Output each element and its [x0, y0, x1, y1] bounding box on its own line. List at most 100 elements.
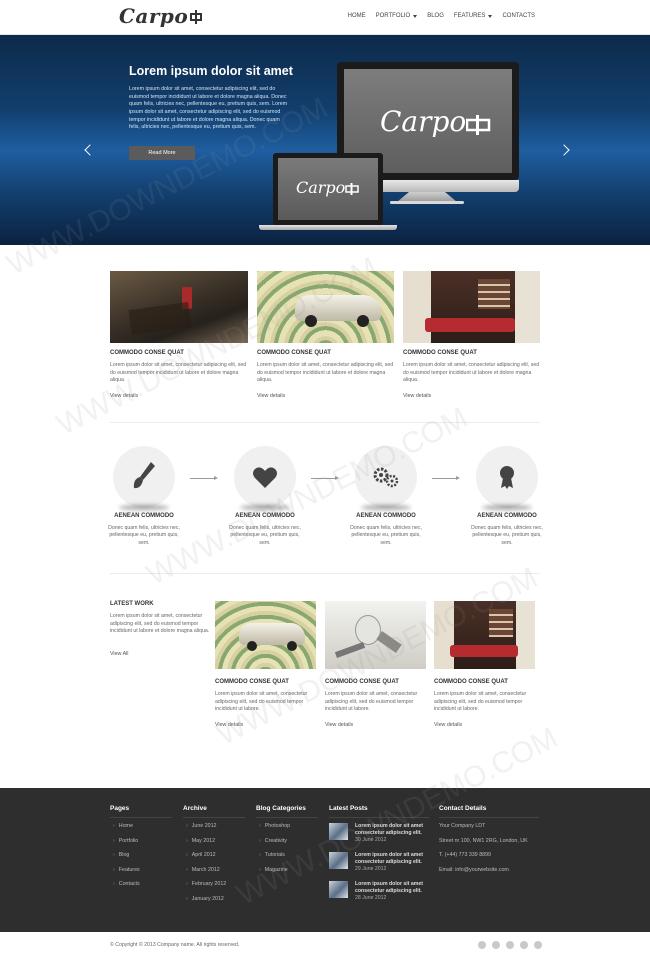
work-image-bulb[interactable] — [325, 601, 426, 669]
chevron-down-icon — [413, 14, 418, 18]
feature-circle[interactable] — [355, 446, 417, 508]
rss-icon[interactable] — [534, 941, 542, 949]
chevron-down-icon — [488, 14, 493, 18]
work-title: COMMODO CONSE QUAT — [325, 679, 399, 685]
read-more-button[interactable]: Read More — [129, 146, 195, 160]
twitter-icon[interactable] — [492, 941, 500, 949]
card-text: Lorem ipsum dolor sit amet, consectetur … — [403, 362, 540, 384]
view-details-link[interactable]: View details — [434, 722, 462, 728]
archive-link[interactable]: June 2012 — [186, 823, 217, 829]
logo[interactable]: Carpo — [119, 4, 203, 28]
feature-text: Donec quam felis, ultricies nec, pellent… — [350, 525, 422, 546]
post-thumbnail[interactable] — [329, 852, 348, 869]
footer-link-contacts[interactable]: Contacts — [113, 881, 140, 887]
footer-link-home[interactable]: Home — [113, 823, 133, 829]
card-title: COMMODO CONSE QUAT — [403, 350, 477, 356]
hero-title: Lorem ipsum dolor sit amet — [129, 64, 293, 78]
hero-text: Lorem ipsum dolor sit amet, consectetur … — [129, 86, 288, 131]
arrow-right-icon — [311, 476, 339, 480]
contact-email[interactable]: Email: info@yourwebsite.com — [439, 867, 509, 873]
arrow-right-icon — [432, 476, 460, 480]
view-details-link[interactable]: View details — [325, 722, 353, 728]
footer-archive-title: Archive — [183, 805, 207, 812]
archive-link[interactable]: February 2012 — [186, 881, 226, 887]
facebook-icon[interactable] — [478, 941, 486, 949]
feature-title: AENEAN COMMODO — [114, 513, 174, 519]
post-thumbnail[interactable] — [329, 823, 348, 840]
work-image-room[interactable] — [434, 601, 535, 669]
feature-title: AENEAN COMMODO — [477, 513, 537, 519]
nav-contacts[interactable]: CONTACTS — [502, 13, 535, 19]
view-details-link[interactable]: View details — [110, 393, 138, 399]
post-date: 28 June 2012 — [355, 895, 387, 901]
card-title: COMMODO CONSE QUAT — [110, 350, 184, 356]
gears-icon — [373, 467, 399, 488]
card-image-desk[interactable] — [110, 271, 248, 343]
copyright: © Copyright © 2013 Company name. All rig… — [110, 942, 240, 948]
footer-posts-title: Latest Posts — [329, 805, 368, 812]
work-text: Lorem ipsum dolor sit amet, consectetur … — [325, 691, 418, 713]
nav-features[interactable]: FEATURES — [454, 13, 493, 19]
category-link[interactable]: Tutorials — [259, 852, 285, 858]
watermark: WWW.DOWNDEMO.COM — [141, 401, 473, 592]
logo-mark-icon — [345, 183, 359, 195]
contact-company: Your Company LDT — [439, 823, 486, 829]
work-title: COMMODO CONSE QUAT — [434, 679, 508, 685]
latest-work-text: Lorem ipsum dolor sit amet, consectetur … — [110, 613, 210, 635]
footer-link-features[interactable]: Features — [113, 867, 140, 873]
prev-arrow-icon[interactable] — [84, 144, 96, 156]
post-thumbnail[interactable] — [329, 881, 348, 898]
laptop-logo: Carpo — [296, 178, 346, 197]
site-header: Carpo HOME PORTFOLIO BLOG FEATURES CONTA… — [0, 0, 650, 35]
post-date: 30 June 2012 — [355, 837, 387, 843]
archive-link[interactable]: May 2012 — [186, 838, 215, 844]
archive-link[interactable]: March 2012 — [186, 867, 220, 873]
footer-link-portfolio[interactable]: Portfolio — [113, 838, 138, 844]
next-arrow-icon[interactable] — [558, 144, 570, 156]
category-link[interactable]: Photoshop — [259, 823, 290, 829]
footer-pages-title: Pages — [110, 805, 130, 812]
feature-circle[interactable] — [113, 446, 175, 508]
footer-categories-title: Blog Categories — [256, 805, 306, 812]
site-footer — [0, 788, 650, 932]
dribbble-icon[interactable] — [506, 941, 514, 949]
view-details-link[interactable]: View details — [257, 393, 285, 399]
linkedin-icon[interactable] — [520, 941, 528, 949]
post-title[interactable]: Lorem ipsum dolor sit amet consectetur a… — [355, 852, 435, 866]
view-all-link[interactable]: View All — [110, 651, 128, 657]
brush-icon — [133, 462, 155, 489]
latest-work-title: LATEST WORK — [110, 601, 154, 607]
feature-title: AENEAN COMMODO — [356, 513, 416, 519]
feature-circle[interactable] — [476, 446, 538, 508]
bottom-bar — [0, 932, 650, 959]
post-title[interactable]: Lorem ipsum dolor sit amet consectetur a… — [355, 823, 435, 837]
view-details-link[interactable]: View details — [215, 722, 243, 728]
work-text: Lorem ipsum dolor sit amet, consectetur … — [215, 691, 308, 713]
category-link[interactable]: Magazine — [259, 867, 288, 873]
card-title: COMMODO CONSE QUAT — [257, 350, 331, 356]
nav-portfolio[interactable]: PORTFOLIO — [376, 13, 418, 19]
award-icon — [500, 466, 514, 489]
contact-phone: T. (+44) 773 339 8899 — [439, 852, 491, 858]
monitor-logo: Carpo — [380, 105, 467, 138]
work-image-car[interactable] — [215, 601, 316, 669]
view-details-link[interactable]: View details — [403, 393, 431, 399]
feature-circle[interactable] — [234, 446, 296, 508]
laptop-image: Carpo — [273, 153, 383, 225]
feature-title: AENEAN COMMODO — [235, 513, 295, 519]
heart-icon — [253, 467, 277, 488]
footer-link-blog[interactable]: Blog — [113, 852, 130, 858]
divider — [110, 422, 540, 423]
nav-blog[interactable]: BLOG — [427, 13, 444, 19]
card-image-room[interactable] — [403, 271, 540, 343]
card-image-car[interactable] — [257, 271, 394, 343]
feature-text: Donec quam felis, ultricies nec, pellent… — [108, 525, 180, 546]
category-link[interactable]: Creativity — [259, 838, 287, 844]
nav-home[interactable]: HOME — [348, 13, 366, 19]
work-title: COMMODO CONSE QUAT — [215, 679, 289, 685]
main-nav: HOME PORTFOLIO BLOG FEATURES CONTACTS — [348, 13, 535, 19]
archive-link[interactable]: April 2012 — [186, 852, 216, 858]
post-title[interactable]: Lorem ipsum dolor sit amet consectetur a… — [355, 881, 435, 895]
archive-link[interactable]: January 2012 — [186, 896, 224, 902]
card-text: Lorem ipsum dolor sit amet, consectetur … — [257, 362, 394, 384]
